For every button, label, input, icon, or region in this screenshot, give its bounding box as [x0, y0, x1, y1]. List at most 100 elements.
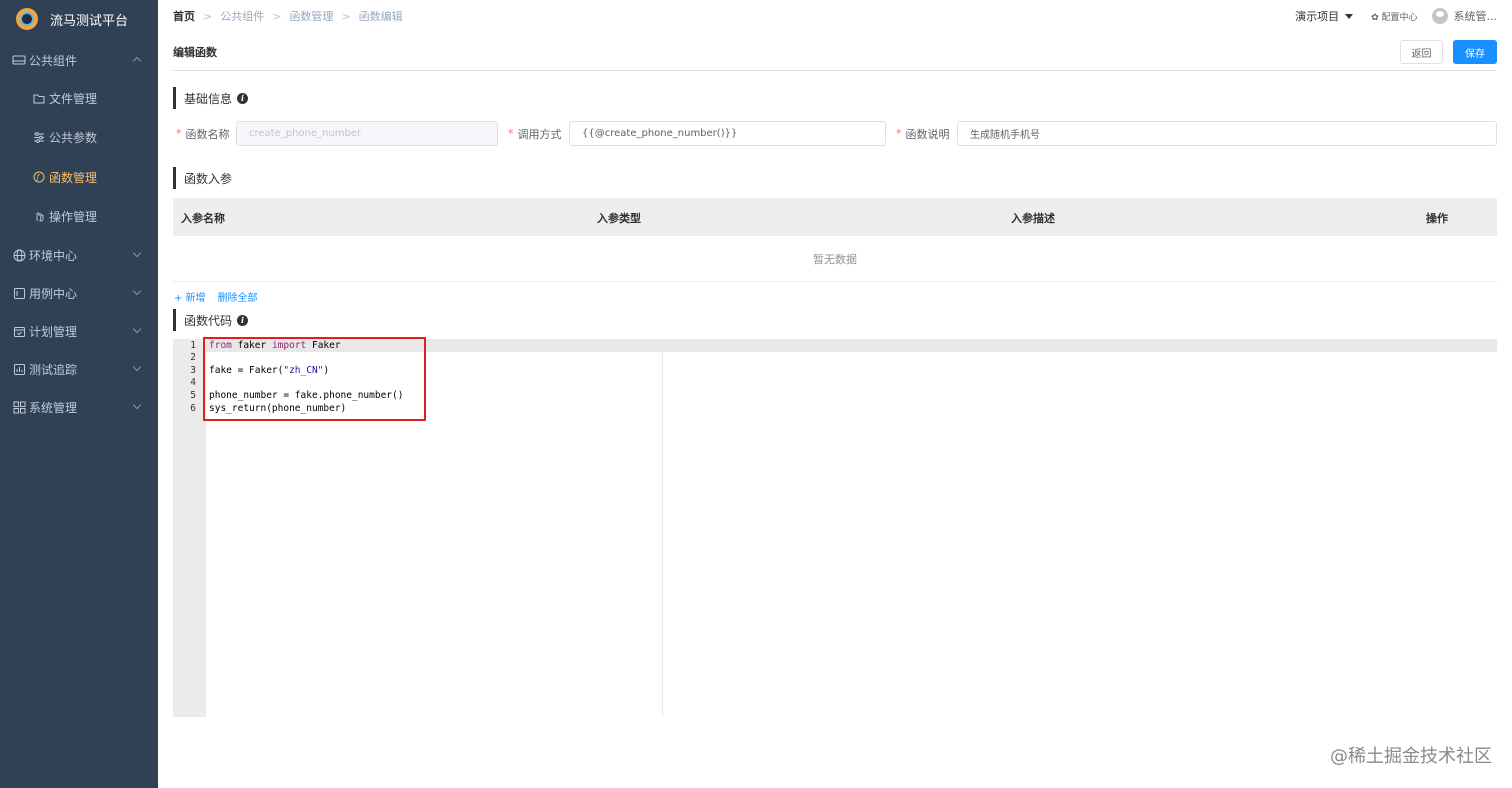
line-number: 3: [190, 364, 196, 376]
sidebar-item-file-management[interactable]: 文件管理: [0, 79, 158, 117]
page-title: 编辑函数: [173, 45, 217, 59]
line-number: 1: [190, 339, 196, 351]
project-selector[interactable]: 演示项目: [1295, 8, 1354, 24]
breadcrumb-item[interactable]: 函数管理: [289, 8, 333, 24]
sidebar-item-label: 操作管理: [49, 209, 98, 224]
app-logo: [16, 8, 38, 30]
label-text: 函数名称: [185, 127, 230, 141]
breadcrumb-item: 公共组件: [220, 10, 265, 23]
breadcrumb-item: 函数编辑: [358, 10, 403, 23]
chevron-up-icon: [132, 56, 142, 66]
sidebar-item-case-center[interactable]: 用例中心: [0, 274, 158, 312]
chevron-down-icon: [132, 324, 142, 334]
breadcrumb-separator-icon: >: [341, 9, 351, 23]
column-header: 入参名称: [181, 212, 225, 225]
chevron-down-icon: [132, 400, 142, 410]
line-number: 5: [190, 389, 196, 401]
sidebar-item-operation-management[interactable]: 操作管理: [0, 197, 158, 235]
sidebar-item-test-tracking[interactable]: 测试追踪: [0, 350, 158, 388]
breadcrumb-separator-icon: >: [203, 9, 213, 23]
save-button[interactable]: 保存: [1453, 40, 1497, 64]
breadcrumb-separator-icon: >: [272, 9, 282, 23]
section-title-code: 函数代码 i: [173, 309, 249, 331]
main-content: 首页 > 公共组件 > 函数管理 > 函数编辑 演示项目 ✿ 配置中心 系统管.…: [158, 0, 1512, 788]
sidebar: 流马测试平台 公共组件 文件管理 公共参数 f 函数管理 操作管理 环境中心 用…: [0, 0, 158, 788]
call-method-label: * 调用方式: [508, 121, 562, 146]
required-mark: *: [508, 127, 514, 140]
column-header: 入参类型: [597, 212, 641, 225]
sidebar-item-label: 公共组件: [29, 53, 78, 68]
calendar-icon: [12, 324, 26, 338]
sidebar-item-label: 计划管理: [29, 324, 78, 339]
required-mark: *: [896, 127, 902, 140]
sidebar-item-system-management[interactable]: 系统管理: [0, 388, 158, 426]
sidebar-item-public-components[interactable]: 公共组件: [0, 41, 158, 79]
label-text: 调用方式: [517, 127, 562, 141]
column-header: 操作: [1426, 212, 1448, 225]
watermark: @稀土掘金技术社区: [1330, 746, 1492, 767]
sidebar-item-env-center[interactable]: 环境中心: [0, 236, 158, 274]
app-title: 流马测试平台: [50, 13, 129, 29]
function-name-label: * 函数名称: [176, 121, 230, 146]
function-desc-input[interactable]: 生成随机手机号: [957, 121, 1497, 146]
line-number: 2: [190, 352, 196, 364]
info-icon[interactable]: i: [237, 314, 249, 326]
section-title-text: 基础信息: [184, 91, 233, 106]
required-mark: *: [176, 127, 182, 140]
caret-down-icon: [1345, 13, 1354, 19]
user-name[interactable]: 系统管...: [1454, 8, 1498, 24]
config-center-link[interactable]: ✿ 配置中心: [1371, 10, 1417, 23]
function-icon: f: [32, 170, 46, 184]
sidebar-item-plan-management[interactable]: 计划管理: [0, 312, 158, 350]
sidebar-item-label: 公共参数: [49, 130, 98, 145]
top-navbar: 首页 > 公共组件 > 函数管理 > 函数编辑 演示项目 ✿ 配置中心 系统管.…: [173, 0, 1497, 32]
chart-icon: [12, 362, 26, 376]
avatar[interactable]: [1431, 8, 1448, 24]
label-text: 函数说明: [905, 127, 950, 141]
globe-icon: [12, 248, 26, 262]
add-param-button[interactable]: + 新增: [174, 289, 206, 304]
params-icon: [32, 130, 46, 144]
code-editor[interactable]: 1 2 3 4 5 6 from faker import Faker fake…: [173, 337, 1497, 717]
back-button[interactable]: 返回: [1400, 40, 1443, 64]
call-method-input[interactable]: {{@create_phone_number()}}: [569, 121, 886, 146]
sidebar-item-label: 文件管理: [49, 91, 98, 106]
component-icon: [12, 53, 26, 67]
function-desc-label: * 函数说明: [896, 121, 950, 146]
function-name-input[interactable]: create_phone_number: [236, 121, 498, 146]
sidebar-item-public-params[interactable]: 公共参数: [0, 118, 158, 156]
line-number: 4: [190, 377, 196, 389]
params-actions: + 新增 删除全部: [174, 289, 270, 304]
section-title-text: 函数代码: [184, 313, 233, 328]
top-right-controls: 演示项目 ✿ 配置中心 系统管...: [1295, 0, 1497, 32]
sidebar-item-label: 环境中心: [29, 248, 78, 263]
column-header: 入参描述: [1011, 212, 1055, 225]
section-title-basic-info: 基础信息 i: [173, 87, 249, 109]
print-margin: [662, 339, 663, 717]
sidebar-item-label: 函数管理: [49, 170, 98, 185]
chevron-down-icon: [132, 248, 142, 258]
breadcrumb: 首页 > 公共组件 > 函数管理 > 函数编辑: [173, 8, 403, 24]
sidebar-item-label: 用例中心: [29, 286, 78, 301]
params-table-header: 入参名称 入参类型 入参描述 操作: [173, 198, 1497, 236]
sidebar-item-label: 系统管理: [29, 400, 78, 415]
app-logo-row[interactable]: 流马测试平台: [0, 0, 158, 38]
info-icon[interactable]: i: [237, 92, 249, 104]
sidebar-item-label: 测试追踪: [29, 362, 78, 377]
section-title-text: 函数入参: [184, 171, 233, 186]
section-title-params: 函数入参: [173, 167, 232, 189]
folder-icon: [32, 91, 46, 105]
delete-all-button[interactable]: 删除全部: [218, 289, 258, 304]
svg-text:f: f: [36, 174, 41, 182]
project-name: 演示项目: [1295, 10, 1340, 23]
hand-icon: [32, 209, 46, 223]
sidebar-item-function-management[interactable]: f 函数管理: [0, 158, 158, 196]
line-number: 6: [190, 402, 196, 414]
chevron-down-icon: [132, 286, 142, 296]
case-icon: [12, 286, 26, 300]
page-header: 编辑函数 返回 保存: [173, 33, 1497, 71]
config-center-label: 配置中心: [1381, 12, 1418, 23]
grid-icon: [12, 400, 26, 414]
highlight-annotation-box: [203, 337, 426, 421]
breadcrumb-home[interactable]: 首页: [173, 8, 195, 24]
